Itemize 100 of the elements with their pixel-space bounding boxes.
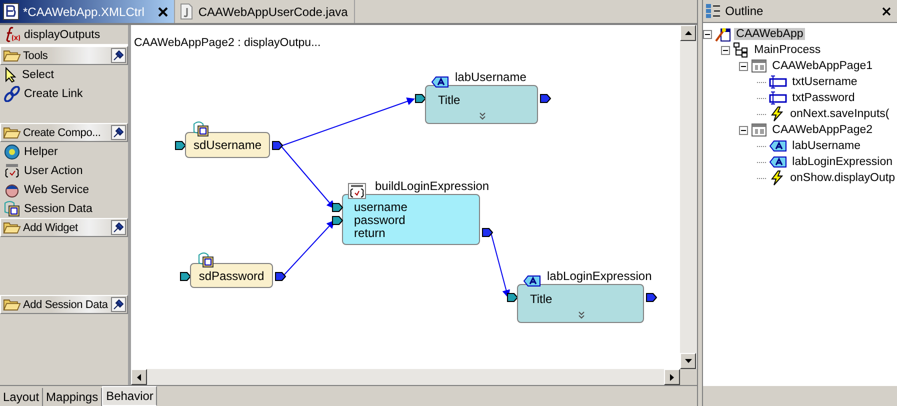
parameter-label: password	[354, 214, 406, 227]
editor-tab[interactable]: CAAWebAppUserCode.java	[175, 0, 355, 23]
port-icon[interactable]	[175, 141, 186, 150]
label-tag-icon	[431, 76, 449, 88]
node-title: labLoginExpression	[547, 269, 652, 283]
collapse-icon[interactable]	[739, 62, 748, 70]
text-field-icon	[769, 90, 788, 106]
globe-icon	[4, 182, 20, 198]
pin-button[interactable]	[111, 125, 126, 140]
editor-tab[interactable]: *CAAWebApp.XMLCtrl	[0, 0, 176, 23]
collapse-icon[interactable]	[739, 126, 748, 134]
outline-icon	[705, 3, 722, 19]
database-icon	[198, 251, 214, 268]
collapse-icon[interactable]	[703, 30, 712, 38]
port-icon[interactable]	[275, 272, 286, 280]
port-icon[interactable]	[507, 293, 518, 302]
connector-arrow[interactable]	[284, 220, 335, 276]
tree-item[interactable]: CAAWebAppPage1	[770, 60, 875, 72]
port-icon[interactable]	[272, 141, 283, 150]
panel-title: Outline	[725, 4, 764, 18]
folder-icon	[3, 49, 21, 62]
function-node[interactable]: username password return	[342, 194, 480, 245]
drawer-header[interactable]: Tools	[0, 46, 128, 65]
braces-icon	[348, 183, 366, 199]
vertical-scrollbar[interactable]	[680, 25, 698, 369]
double-chevron-icon[interactable]	[578, 311, 584, 319]
drawer-header[interactable]: Create Compo...	[0, 123, 128, 142]
pin-button[interactable]	[111, 48, 126, 63]
port-icon[interactable]	[482, 228, 493, 237]
pointer-icon	[4, 66, 18, 82]
data-node[interactable]: sdPassword	[190, 263, 273, 288]
tree-item[interactable]: labUsername	[790, 140, 863, 152]
java-file-icon	[178, 3, 194, 20]
horizontal-scrollbar[interactable]	[703, 386, 897, 406]
pin-icon	[113, 222, 124, 233]
tree-item[interactable]: labLoginExpression	[790, 156, 895, 168]
double-chevron-icon[interactable]	[478, 112, 486, 120]
palette-item[interactable]: User Action	[0, 161, 128, 180]
drawer-header[interactable]: Add Session Data	[0, 295, 128, 314]
tree-item[interactable]: txtPassword	[790, 92, 857, 104]
folder-icon	[3, 126, 21, 139]
drawer-header[interactable]: Add Widget	[0, 218, 128, 237]
close-icon[interactable]	[158, 6, 168, 16]
pin-button[interactable]	[111, 220, 126, 235]
folder-icon	[3, 298, 21, 311]
port-icon[interactable]	[646, 293, 657, 302]
view-tab[interactable]: Layout	[0, 388, 44, 406]
node-body-text: Title	[530, 292, 552, 306]
tree-item[interactable]: onShow.displayOutp	[788, 172, 897, 184]
tree-item[interactable]: CAAWebAppPage2	[770, 124, 875, 136]
lightning-icon	[769, 106, 786, 122]
palette-item[interactable]: Web Service	[0, 180, 128, 199]
pin-button[interactable]	[111, 297, 126, 312]
database-icon	[193, 120, 209, 137]
folder-icon	[3, 221, 21, 234]
right-arrow-icon[interactable]	[670, 374, 674, 380]
diagram-caption: CAAWebAppPage2 : displayOutpu...	[134, 37, 321, 49]
lightning-icon	[769, 170, 786, 186]
wand-icon	[715, 26, 732, 42]
connector-arrow[interactable]	[280, 146, 335, 209]
drawer-label: Add Widget	[23, 222, 79, 234]
connector-arrow[interactable]	[490, 232, 510, 298]
label-tag-icon	[769, 156, 788, 168]
label-node[interactable]: Title	[425, 85, 538, 124]
window-icon	[751, 122, 768, 138]
hierarchy-icon	[733, 42, 750, 58]
port-icon[interactable]	[415, 94, 426, 103]
up-arrow-icon[interactable]	[684, 31, 692, 35]
drawer-label: Tools	[23, 50, 49, 62]
connector-arrow[interactable]	[280, 98, 415, 146]
down-arrow-icon[interactable]	[684, 359, 692, 363]
horizontal-scrollbar[interactable]	[131, 369, 680, 385]
text-field-icon	[769, 74, 788, 90]
data-node[interactable]: sdUsername	[185, 132, 270, 158]
collapse-icon[interactable]	[721, 46, 730, 54]
palette-item[interactable]: Create Link	[0, 84, 128, 103]
drawer-label: Create Compo...	[23, 126, 102, 138]
tree-item[interactable]: MainProcess	[752, 44, 823, 56]
palette-item[interactable]: Select	[0, 65, 128, 84]
port-icon[interactable]	[332, 216, 343, 225]
palette-item[interactable]: Helper	[0, 142, 128, 161]
palette-item[interactable]: Session Data	[0, 199, 128, 218]
port-icon[interactable]	[180, 272, 191, 280]
port-icon[interactable]	[540, 94, 551, 103]
pin-icon	[113, 127, 124, 138]
node-title: buildLoginExpression	[375, 179, 490, 193]
port-icon[interactable]	[332, 203, 343, 212]
tree-item[interactable]: CAAWebApp	[734, 28, 806, 40]
document-icon	[3, 3, 19, 20]
database-icon	[4, 200, 20, 217]
view-tab[interactable]: Behavior	[102, 386, 158, 406]
tree-item[interactable]: txtUsername	[790, 76, 860, 88]
close-icon[interactable]	[882, 6, 891, 16]
left-arrow-icon[interactable]	[137, 374, 141, 380]
pin-icon	[113, 50, 124, 61]
tree-item[interactable]: onNext.saveInputs(	[788, 108, 892, 120]
node-title: labUsername	[455, 70, 526, 84]
drawer-label: Add Session Data	[23, 298, 109, 310]
chain-icon	[4, 86, 20, 102]
label-node[interactable]: Title	[517, 284, 644, 323]
